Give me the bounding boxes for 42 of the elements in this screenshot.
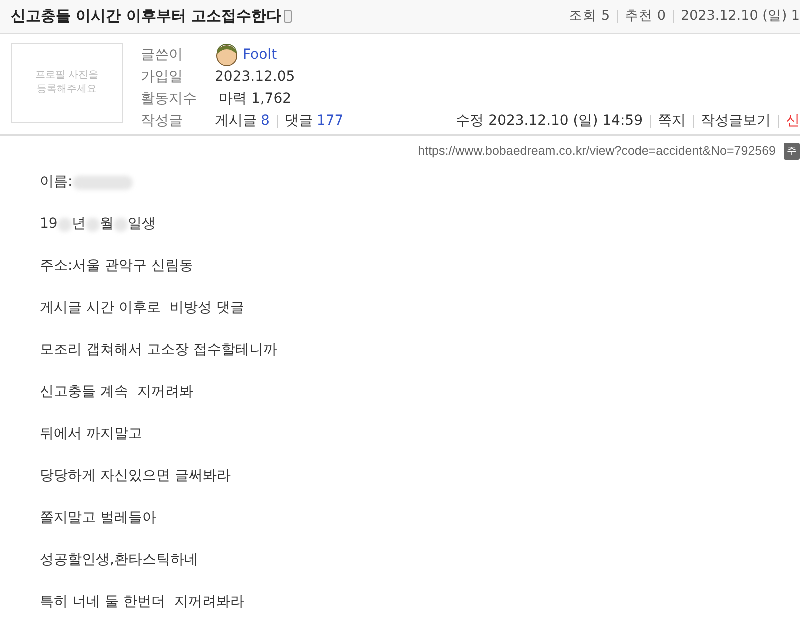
body-text: 년 [72,215,86,234]
action-link[interactable]: 쪽지 [658,111,686,132]
count-label: 댓글 [284,112,313,130]
redaction-mark [86,218,100,232]
redaction-mark [72,176,133,190]
field-label: 글쓴이 [141,46,184,64]
post-url: https://www.bobaedream.co.kr/view?code=accident&No=792569 [418,142,776,160]
copy-url-button[interactable]: 주 [784,142,800,160]
post-stat: 조회 5 [569,7,610,26]
post-stat: 2023.12.10 (일) 1 [680,7,800,26]
count-link[interactable]: 8 [261,110,270,132]
body-text: 게시글 시간 이후로 비방성 댓글 [40,299,244,318]
field-label: 가입일 [141,68,184,86]
body-text: 특히 너네 둘 한번더 지꺼려봐라 [40,593,244,612]
body-text: 뒤에서 까지말고 [40,425,142,444]
body-text: 모조리 갭쳐해서 고소장 접수할테니까 [40,341,278,360]
username-link[interactable]: Foolt [243,44,278,66]
field-value: 2023.12.05 [215,68,296,86]
body-text: 당당하게 자신있으면 글써봐라 [40,467,231,486]
body-text: 쫄지말고 벌레들아 [40,509,156,528]
action-link[interactable]: 작성글보기 [701,111,771,132]
body-text: 일생 [128,215,156,234]
count-link[interactable]: 177 [316,110,344,132]
redaction-mark [114,218,128,232]
field-label: 활동지수 [141,90,198,108]
post-stat: 추천 0 [625,7,666,26]
body-text: 주소:서울 관악구 신림동 [40,257,194,276]
count-label: 게시글 [215,112,257,130]
placeholder-text: 프로필 사진을 등록해주세요 [35,69,99,97]
post-title: 신고충들 이시간 이후부터 고소접수한다 [11,6,282,28]
body-text: 성공할인생,환타스틱하네 [40,551,198,570]
body-text: 이름: [40,173,73,192]
body-text: 19 [40,215,58,234]
user-avatar-icon [215,43,239,67]
redaction-mark [58,218,72,232]
field-value: 마력 1,762 [219,90,292,108]
action-link[interactable]: 신 [786,111,800,132]
edit-date: 수정 2023.12.10 (일) 14:59 [456,112,643,131]
body-text: 신고충들 계속 지꺼려봐 [40,383,194,402]
field-label: 작성글 [141,112,184,130]
body-text: 월 [100,215,114,234]
mobile-icon [284,10,292,23]
